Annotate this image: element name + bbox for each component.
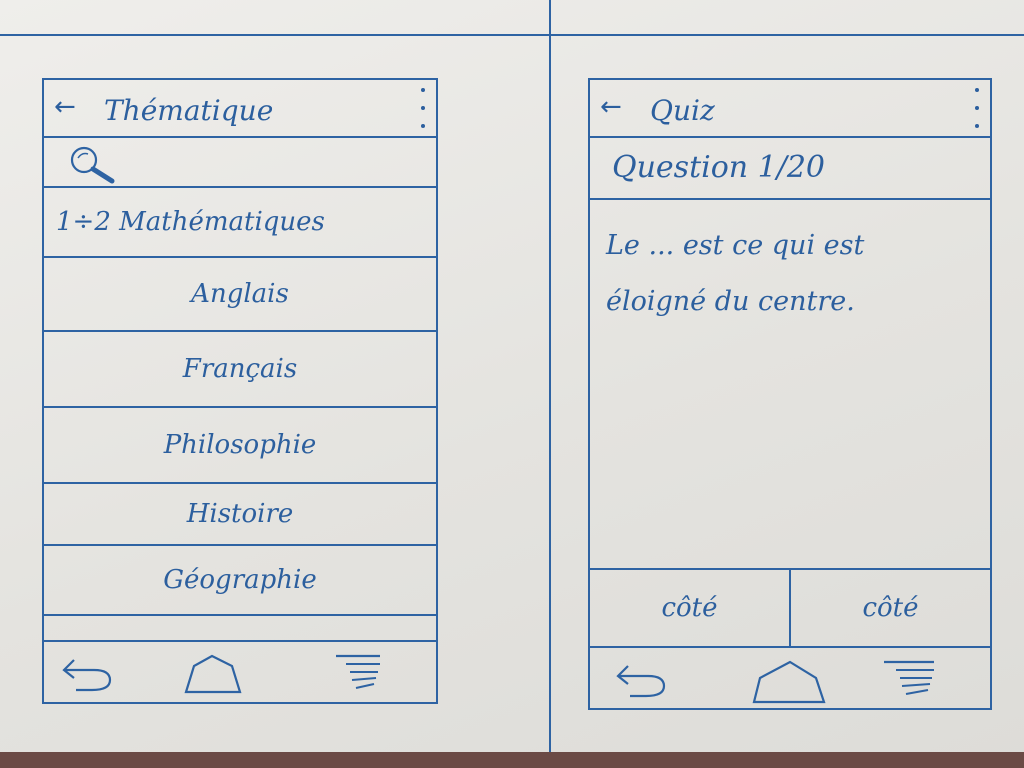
answer-label: côté	[661, 593, 718, 623]
list-item-mathematiques[interactable]: 1÷2 Mathématiques	[44, 188, 436, 258]
list-item-philosophie[interactable]: Philosophie	[44, 408, 436, 484]
list-item-francais[interactable]: Français	[44, 332, 436, 408]
list-item-histoire[interactable]: Histoire	[44, 484, 436, 546]
undo-back-icon[interactable]	[612, 658, 670, 700]
question-counter: Question 1/20	[612, 150, 826, 185]
list-item-label: Histoire	[186, 499, 294, 529]
paper-sheet: ← Thématique 1÷2 Mathématiques Anglais F…	[0, 0, 1024, 768]
list-item-anglais[interactable]: Anglais	[44, 258, 436, 332]
home-icon[interactable]	[182, 652, 244, 696]
search-bar[interactable]	[44, 138, 436, 188]
phone-wireframe-thematique: ← Thématique 1÷2 Mathématiques Anglais F…	[42, 78, 438, 704]
kebab-menu-icon[interactable]	[418, 88, 428, 128]
back-arrow-icon[interactable]: ←	[54, 94, 76, 120]
question-line-2: éloigné du centre.	[606, 286, 855, 317]
app-bar: ← Thématique	[44, 80, 436, 138]
question-line-1: Le ... est ce qui est	[606, 230, 865, 261]
app-bar-title: Thématique	[104, 94, 274, 127]
list-item-label: Anglais	[191, 279, 289, 309]
sketch-divider-horizontal	[0, 34, 1024, 36]
hamburger-menu-icon[interactable]	[882, 658, 942, 704]
bottom-navigation-bar	[590, 646, 990, 708]
bottom-navigation-bar	[44, 640, 436, 702]
kebab-menu-icon[interactable]	[972, 88, 982, 128]
answer-button-2[interactable]: côté	[789, 570, 990, 646]
undo-back-icon[interactable]	[58, 652, 116, 694]
app-bar: ← Quiz	[590, 80, 990, 138]
home-icon[interactable]	[750, 658, 830, 706]
question-text: Le ... est ce qui est éloigné du centre.	[606, 218, 956, 330]
app-bar-title: Quiz	[650, 94, 715, 127]
question-counter-bar: Question 1/20	[590, 138, 990, 200]
hamburger-menu-icon[interactable]	[334, 652, 386, 696]
answer-options: côté côté	[590, 568, 990, 646]
back-arrow-icon[interactable]: ←	[600, 94, 622, 120]
table-surface	[0, 752, 1024, 768]
answer-button-1[interactable]: côté	[590, 570, 789, 646]
sketch-divider-vertical	[549, 0, 551, 768]
phone-wireframe-quiz: ← Quiz Question 1/20 Le ... est ce qui e…	[588, 78, 992, 710]
answer-label: côté	[862, 593, 919, 623]
search-icon[interactable]	[68, 144, 120, 184]
list-item-label: Français	[182, 354, 298, 384]
list-item-label: Philosophie	[163, 430, 317, 460]
list-item-geographie[interactable]: Géographie	[44, 546, 436, 616]
list-item-label: Géographie	[163, 565, 317, 595]
list-item-label: 1÷2 Mathématiques	[56, 207, 325, 237]
